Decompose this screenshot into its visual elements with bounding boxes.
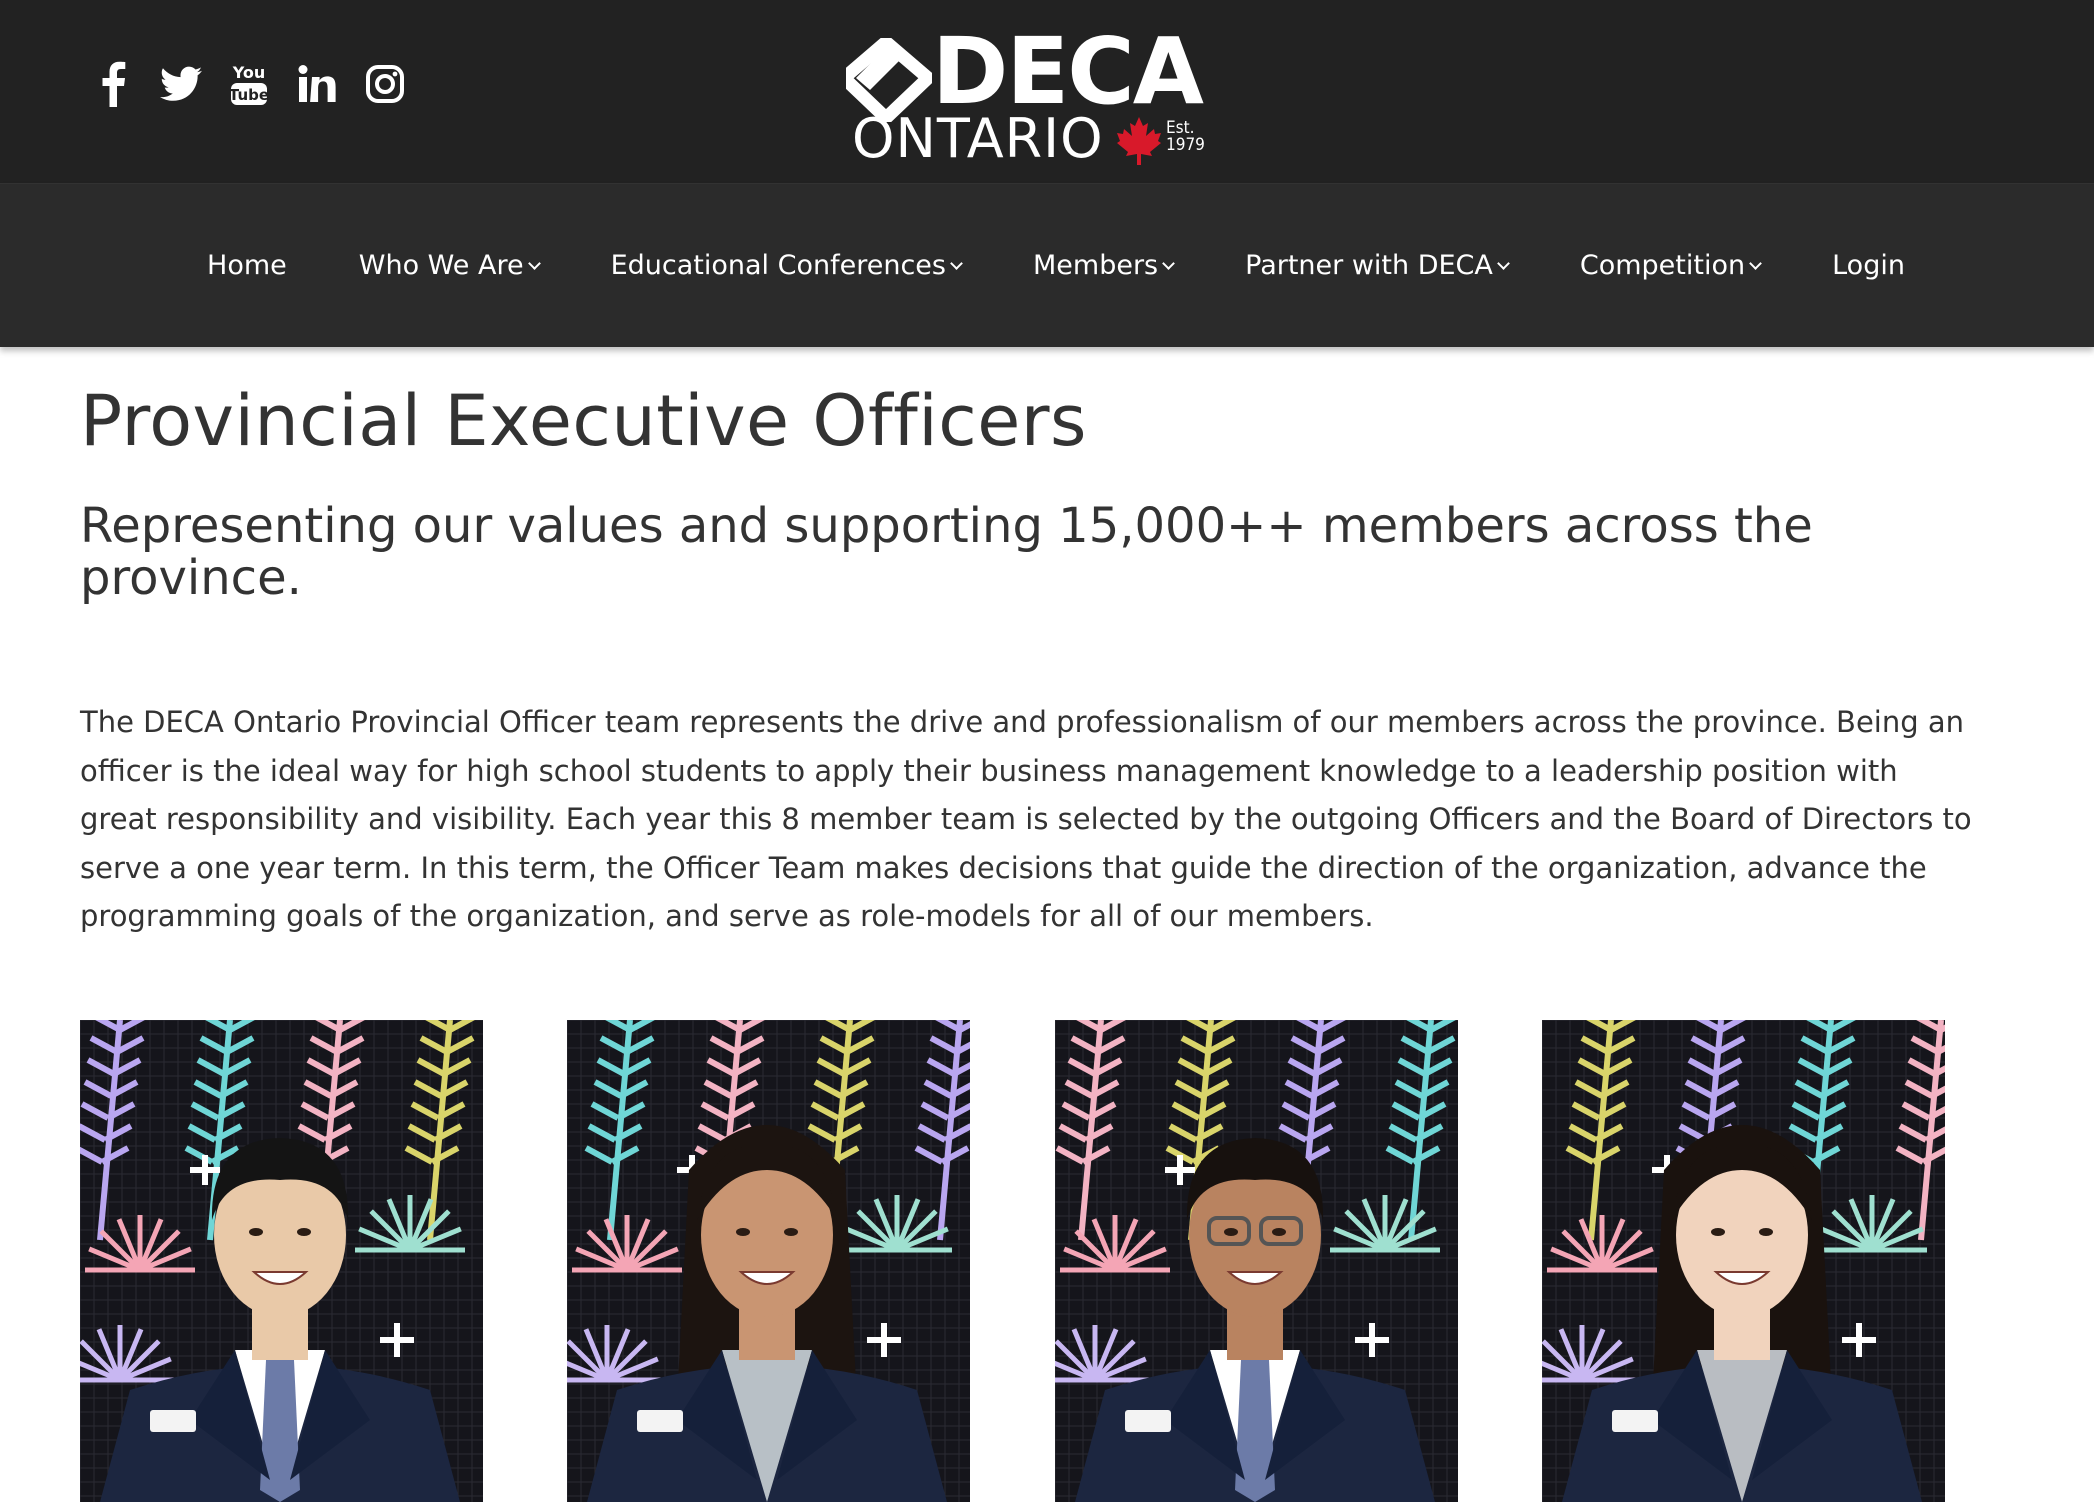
officer-portrait-image — [1542, 1020, 1945, 1502]
chevron-down-icon — [1162, 257, 1175, 270]
svg-text:Tube: Tube — [230, 86, 268, 104]
chevron-down-icon — [527, 257, 541, 270]
nav-item-label: Partner with DECA — [1245, 250, 1493, 281]
nav-item-label: Educational Conferences — [610, 250, 946, 281]
officer-portrait-image — [1055, 1020, 1458, 1502]
twitter-icon[interactable] — [158, 58, 204, 110]
svg-text:You: You — [232, 63, 266, 82]
nav-item-login[interactable]: Login — [1796, 250, 1941, 281]
officer-photo-3[interactable] — [1055, 1020, 1458, 1502]
officer-portrait-image — [80, 1020, 483, 1502]
nav-item-members[interactable]: Members — [997, 250, 1209, 281]
officer-photo-4[interactable] — [1542, 1020, 1945, 1502]
chevron-down-icon — [950, 257, 963, 270]
officer-photo-1[interactable] — [80, 1020, 483, 1502]
instagram-icon[interactable] — [362, 58, 408, 110]
nav-item-partner-with-deca[interactable]: Partner with DECA — [1209, 250, 1544, 281]
nav-item-educational-conferences[interactable]: Educational Conferences — [575, 250, 997, 281]
logo-deca-text: DECA — [932, 18, 1204, 125]
nav-item-label: Members — [1032, 250, 1159, 281]
site-header: You Tube DECA ONTARIO Est. 1979 — [0, 0, 2094, 184]
nav-item-home[interactable]: Home — [171, 250, 323, 281]
linkedin-icon[interactable] — [294, 58, 340, 110]
chevron-down-icon — [1497, 257, 1510, 270]
officer-portrait-image — [567, 1020, 970, 1502]
nav-item-who-we-are[interactable]: Who We Are — [323, 250, 575, 281]
intro-paragraph: The DECA Ontario Provincial Officer team… — [80, 705, 1972, 933]
officer-photo-2[interactable] — [567, 1020, 970, 1502]
main-navigation: Home Who We Are Educational Conferences … — [0, 184, 2094, 347]
nav-item-competition[interactable]: Competition — [1544, 250, 1796, 281]
facebook-icon[interactable] — [90, 58, 136, 110]
page-subtitle: Representing our values and supporting 1… — [80, 498, 1813, 606]
officer-gallery — [80, 1020, 1980, 1502]
logo-est-year: 1979 — [1166, 135, 1205, 155]
nav-item-label: Home — [207, 250, 287, 281]
youtube-icon[interactable]: You Tube — [226, 58, 272, 110]
logo-established: Est. 1979 — [1166, 120, 1205, 154]
social-links: You Tube — [90, 58, 408, 110]
page-title: Provincial Executive Officers — [80, 380, 1088, 462]
nav-item-label: Competition — [1579, 250, 1746, 281]
chevron-down-icon — [1749, 257, 1762, 270]
nav-item-label: Who We Are — [358, 250, 524, 281]
deca-ontario-logo[interactable]: DECA ONTARIO Est. 1979 — [846, 26, 1206, 170]
logo-ontario-text: ONTARIO — [852, 107, 1104, 170]
maple-leaf-icon — [1117, 117, 1161, 165]
nav-item-label: Login — [1832, 250, 1905, 281]
